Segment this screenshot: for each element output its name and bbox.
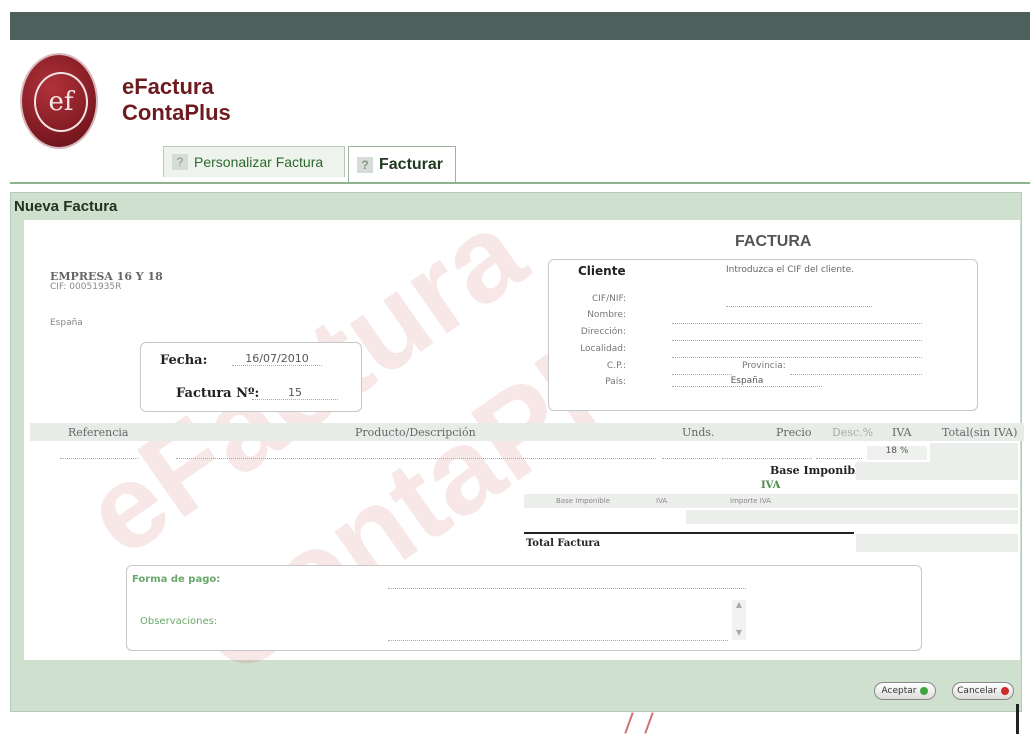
base-imponible-value xyxy=(856,462,1018,480)
brand-name-line2: ContaPlus xyxy=(122,100,231,125)
date-label: Fecha: xyxy=(160,353,208,368)
column-header: Producto/Descripción xyxy=(355,426,476,439)
description-field[interactable] xyxy=(176,448,656,459)
decorative-line xyxy=(1016,704,1019,734)
tab-personalizar-factura[interactable]: ? Personalizar Factura xyxy=(163,146,345,177)
iva-col-header: IVA xyxy=(656,497,668,505)
help-icon: ? xyxy=(357,157,373,173)
green-arrow-icon xyxy=(920,687,929,695)
total-invoice-value xyxy=(856,534,1018,552)
column-header: Desc.% xyxy=(832,426,874,439)
notes-scrollbar[interactable]: ▲ ▼ xyxy=(732,600,746,640)
table-header-bar xyxy=(30,423,1024,441)
window-top-bar xyxy=(10,12,1030,40)
column-header: IVA xyxy=(892,426,912,439)
column-header: Total(sin IVA) xyxy=(942,426,1018,439)
reference-field[interactable] xyxy=(60,448,138,459)
iva-col-header: Base Imponible xyxy=(556,497,610,505)
scroll-up-icon[interactable]: ▲ xyxy=(732,600,746,612)
scroll-down-icon[interactable]: ▼ xyxy=(732,628,746,640)
logo-emblem-icon: ef xyxy=(34,72,88,132)
document-title: FACTURA xyxy=(735,233,812,250)
name-field[interactable] xyxy=(672,313,922,324)
help-icon: ? xyxy=(172,154,188,170)
tab-underline xyxy=(10,182,1030,184)
accept-button[interactable]: Aceptar xyxy=(874,682,936,700)
iva-row xyxy=(686,510,1018,524)
column-header: Referencia xyxy=(68,426,129,439)
cif-field[interactable] xyxy=(726,296,872,307)
panel-title: Nueva Factura xyxy=(14,198,118,215)
iva-section-title: IVA xyxy=(761,480,781,491)
cancel-button[interactable]: Cancelar xyxy=(952,682,1014,700)
row-total-cell xyxy=(930,443,1018,463)
client-hint: Introduzca el CIF del cliente. xyxy=(726,265,854,275)
city-field[interactable] xyxy=(672,347,922,358)
base-imponible-label: Base Imponible xyxy=(770,464,867,477)
total-invoice-label: Total Factura xyxy=(526,538,601,549)
notes-label: Observaciones: xyxy=(140,616,218,627)
address-label: Dirección: xyxy=(580,327,626,337)
red-arrow-icon xyxy=(1000,687,1009,695)
tab-label: Personalizar Factura xyxy=(194,154,324,170)
cif-label: CIF/NIF: xyxy=(591,294,626,304)
country-label: País: xyxy=(605,377,626,387)
iva-select[interactable]: 18 % xyxy=(867,446,927,460)
units-field[interactable] xyxy=(662,448,718,459)
address-field[interactable] xyxy=(672,330,922,341)
payment-method-label: Forma de pago: xyxy=(132,574,221,585)
total-divider xyxy=(524,532,854,534)
column-header: Precio xyxy=(776,426,812,439)
price-field[interactable] xyxy=(722,448,812,459)
province-label: Provincia: xyxy=(742,361,786,371)
country-field[interactable]: España xyxy=(672,376,822,387)
client-title: Cliente xyxy=(578,264,626,278)
cancel-label: Cancelar xyxy=(957,686,997,696)
decorative-line xyxy=(624,712,634,734)
invoice-number-label: Factura Nº: xyxy=(176,386,260,401)
notes-textarea[interactable] xyxy=(388,600,728,641)
payment-method-field[interactable] xyxy=(388,578,746,589)
decorative-line xyxy=(644,712,654,734)
brand-name-line1: eFactura xyxy=(122,74,214,99)
postcode-field[interactable] xyxy=(672,364,732,375)
city-label: Localidad: xyxy=(580,344,626,354)
postcode-label: C.P.: xyxy=(606,361,626,371)
accept-label: Aceptar xyxy=(881,686,917,696)
province-field[interactable] xyxy=(790,364,922,375)
date-field[interactable]: 16/07/2010 xyxy=(232,352,322,366)
tab-label: Facturar xyxy=(379,156,444,173)
company-cif: CIF: 00051935R xyxy=(50,282,122,292)
invoice-number-field[interactable]: 15 xyxy=(252,386,338,400)
tab-facturar[interactable]: ? Facturar xyxy=(348,146,456,183)
iva-col-header: Importe IVA xyxy=(730,497,771,505)
name-label: Nombre: xyxy=(587,310,626,320)
company-country: España xyxy=(50,318,83,328)
column-header: Unds. xyxy=(682,426,715,439)
discount-field[interactable] xyxy=(816,448,862,459)
